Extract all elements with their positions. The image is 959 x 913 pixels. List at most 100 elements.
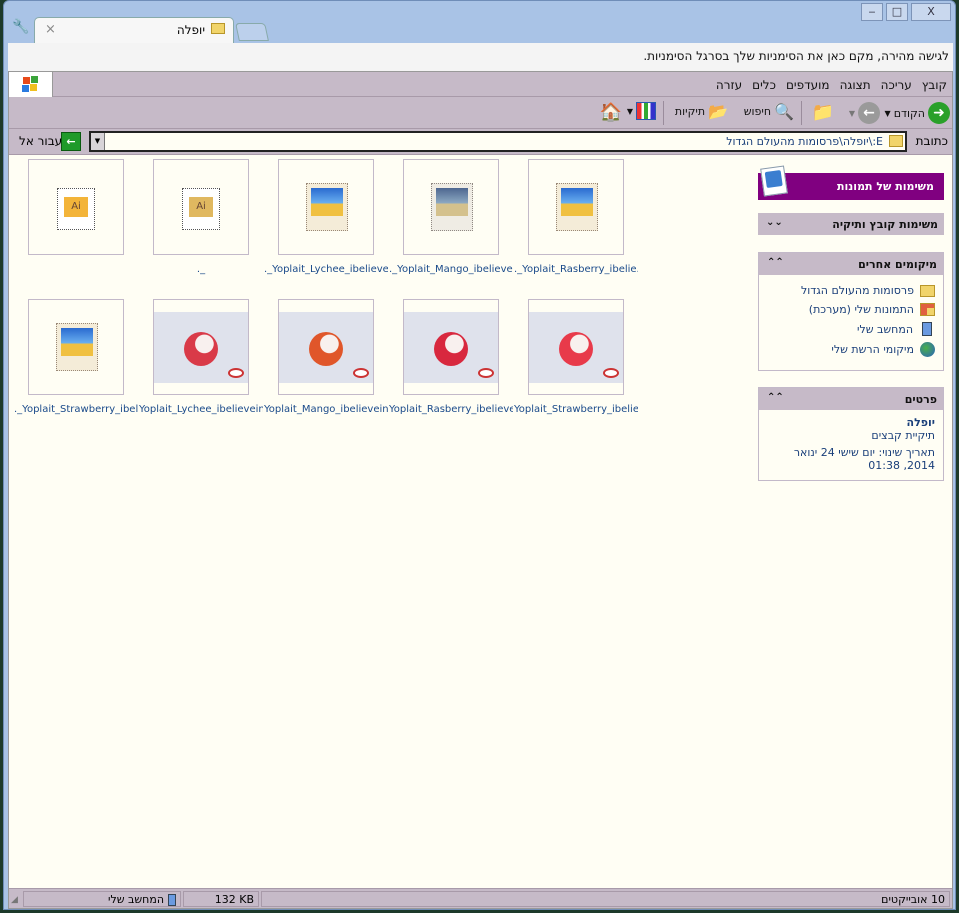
forward-button[interactable]: ← ▼ <box>849 102 880 124</box>
tab-title: יופלה <box>176 23 205 37</box>
dropdown-icon: ▼ <box>626 106 633 116</box>
computer-icon <box>922 322 932 336</box>
menu-help[interactable]: עזרה <box>711 72 747 92</box>
explorer-window: קובץעריכהתצוגהמועדפיםכליםעזרה ➜ הקודם ▼ ← ▼… <box>8 71 953 909</box>
toolbar: ➜ הקודם ▼ ← ▼ 📁 🔍 חיפוש 📂 תיקיות ▼ 🏠 <box>9 97 952 129</box>
file-tasks-title: משימות קובץ ותיקיה <box>832 218 938 231</box>
computer-icon <box>168 894 176 906</box>
menu-view[interactable]: תצוגה <box>835 72 876 92</box>
back-button[interactable]: ➜ הקודם ▼ <box>885 102 950 124</box>
file-name: ._Yoplait_Lychee_ibelievei... <box>264 264 388 275</box>
image-file-icon <box>56 323 98 371</box>
details-type: תיקיית קבצים <box>871 429 935 442</box>
file-thumbnail[interactable] <box>403 299 499 395</box>
menu-tools[interactable]: כלים <box>747 72 781 92</box>
details-panel: פרטים ⌃⌃ יופלה תיקיית קבצים תאריך שינוי: … <box>758 387 944 481</box>
home-button[interactable]: 🏠 <box>600 102 622 123</box>
resize-grip[interactable]: ◢ <box>11 895 18 905</box>
illustrator-file-icon: Ai <box>182 188 220 230</box>
search-button[interactable]: 🔍 חיפוש <box>744 102 794 121</box>
file-name: Yoplait_Rasberry_ibelievei... <box>389 404 513 415</box>
wrench-icon[interactable]: 🔧 <box>12 19 29 35</box>
forward-arrow-icon: ← <box>858 102 880 124</box>
menu-favorites[interactable]: מועדפים <box>781 72 835 92</box>
file-thumbnail[interactable] <box>278 159 374 255</box>
file-thumbnail[interactable] <box>153 299 249 395</box>
fruit-yogurt-photo <box>279 312 373 383</box>
tab-yoplait[interactable]: יופלה × <box>34 17 234 43</box>
folders-button[interactable]: 📂 תיקיות <box>675 102 728 121</box>
address-dropdown-icon[interactable]: ▼ <box>91 133 105 150</box>
search-icon: 🔍 <box>774 102 794 121</box>
new-tab-button[interactable] <box>235 23 269 41</box>
windows-logo <box>9 72 53 97</box>
menu-edit[interactable]: עריכה <box>876 72 917 92</box>
place-link-my-computer[interactable]: המחשב שלי <box>759 319 943 339</box>
file-thumbnail[interactable] <box>28 299 124 395</box>
up-folder-button[interactable]: 📁 <box>812 102 834 123</box>
file-thumbnail[interactable]: Ai <box>153 159 249 255</box>
folder-icon <box>211 23 225 34</box>
details-name: יופלה <box>906 416 935 429</box>
file-thumbnail[interactable] <box>528 159 624 255</box>
status-location: המחשב שלי <box>23 891 181 907</box>
place-label: התמונות שלי (מערכת) <box>808 303 914 316</box>
other-places-panel: מיקומים אחרים ⌃⌃ פרסומות מהעולם הגדול התמ… <box>758 252 944 371</box>
home-icon: 🏠 <box>599 102 622 123</box>
place-link-my-pictures[interactable]: התמונות שלי (מערכת) <box>759 300 943 319</box>
menu-file[interactable]: קובץ <box>917 72 952 92</box>
picture-tasks-panel[interactable]: משימות של תמונות <box>758 165 944 200</box>
back-label: הקודם <box>893 106 925 120</box>
place-link-network[interactable]: מיקומי הרשת שלי <box>759 339 943 360</box>
fruit-yogurt-photo <box>529 312 623 383</box>
views-icon <box>636 102 656 120</box>
status-bar: 10 אובייקטים 132 KB המחשב שלי ◢ <box>9 888 952 908</box>
details-title: פרטים <box>904 393 937 406</box>
maximize-button[interactable]: □ <box>886 3 908 21</box>
folder-icon <box>889 135 903 147</box>
up-folder-icon: 📁 <box>811 102 834 123</box>
folders-icon: 📂 <box>708 102 728 121</box>
close-button[interactable]: X <box>911 3 951 21</box>
file-thumbnail[interactable]: Ai <box>28 159 124 255</box>
file-tasks-panel[interactable]: משימות קובץ ותיקיה ⌄⌄ <box>758 213 944 235</box>
bookmarks-bar: לגישה מהירה, מקם כאן את הסימניות שלך בסר… <box>8 43 953 71</box>
folder-icon <box>920 284 935 297</box>
bookmarks-hint: לגישה מהירה, מקם כאן את הסימניות שלך בסר… <box>643 49 949 63</box>
dropdown-icon[interactable]: ▼ <box>885 109 891 118</box>
other-places-title: מיקומים אחרים <box>858 258 937 271</box>
collapse-icon[interactable]: ⌃⌃ <box>767 257 784 268</box>
go-arrow-icon[interactable]: ← <box>61 132 81 151</box>
collapse-icon[interactable]: ⌃⌃ <box>767 392 784 403</box>
toolbar-divider <box>663 101 664 125</box>
file-name: ._ <box>196 264 206 275</box>
address-label: כתובת <box>915 134 948 148</box>
place-link-folder[interactable]: פרסומות מהעולם הגדול <box>759 281 943 300</box>
file-thumbnail[interactable] <box>403 159 499 255</box>
fruit-yogurt-photo <box>404 312 498 383</box>
browser-window: 🔧 ‒ □ X יופלה × לגישה מהירה, מקם כאן את … <box>3 0 956 910</box>
file-name: ._Yoplait_Strawberry_ibeli... <box>14 404 138 415</box>
pictures-folder-icon <box>920 303 935 316</box>
file-name: Yoplait_Lychee_ibelievein... <box>139 404 263 415</box>
minimize-button[interactable]: ‒ <box>861 3 883 21</box>
expand-icon[interactable]: ⌄⌄ <box>766 217 783 228</box>
image-file-icon <box>306 183 348 231</box>
file-thumbnail[interactable] <box>278 299 374 395</box>
folders-label: תיקיות <box>674 105 706 118</box>
details-modified: תאריך שינוי: יום שישי 24 ינואר 2014, 01:… <box>793 446 935 472</box>
views-button[interactable]: ▼ <box>627 102 656 120</box>
network-icon <box>920 342 935 357</box>
place-label: המחשב שלי <box>857 322 913 336</box>
status-size: 132 KB <box>183 891 259 907</box>
file-name: Yoplait_Mango_ibelieveina... <box>264 404 388 415</box>
address-input[interactable]: E:\יופלה\פרסומות מהעולם הגדול ▼ <box>89 131 907 152</box>
tab-close-icon[interactable]: × <box>45 22 56 37</box>
image-file-icon <box>556 183 598 231</box>
go-button[interactable]: עבור אל <box>19 134 62 148</box>
address-bar: כתובת E:\יופלה\פרסומות מהעולם הגדול ▼ ← … <box>9 129 952 155</box>
image-file-icon <box>431 183 473 231</box>
toolbar-divider <box>801 101 802 125</box>
file-thumbnail[interactable] <box>528 299 624 395</box>
content-area: ._Yoplait_Rasberry_ibelie... ._Yoplait_Ma… <box>9 155 952 888</box>
